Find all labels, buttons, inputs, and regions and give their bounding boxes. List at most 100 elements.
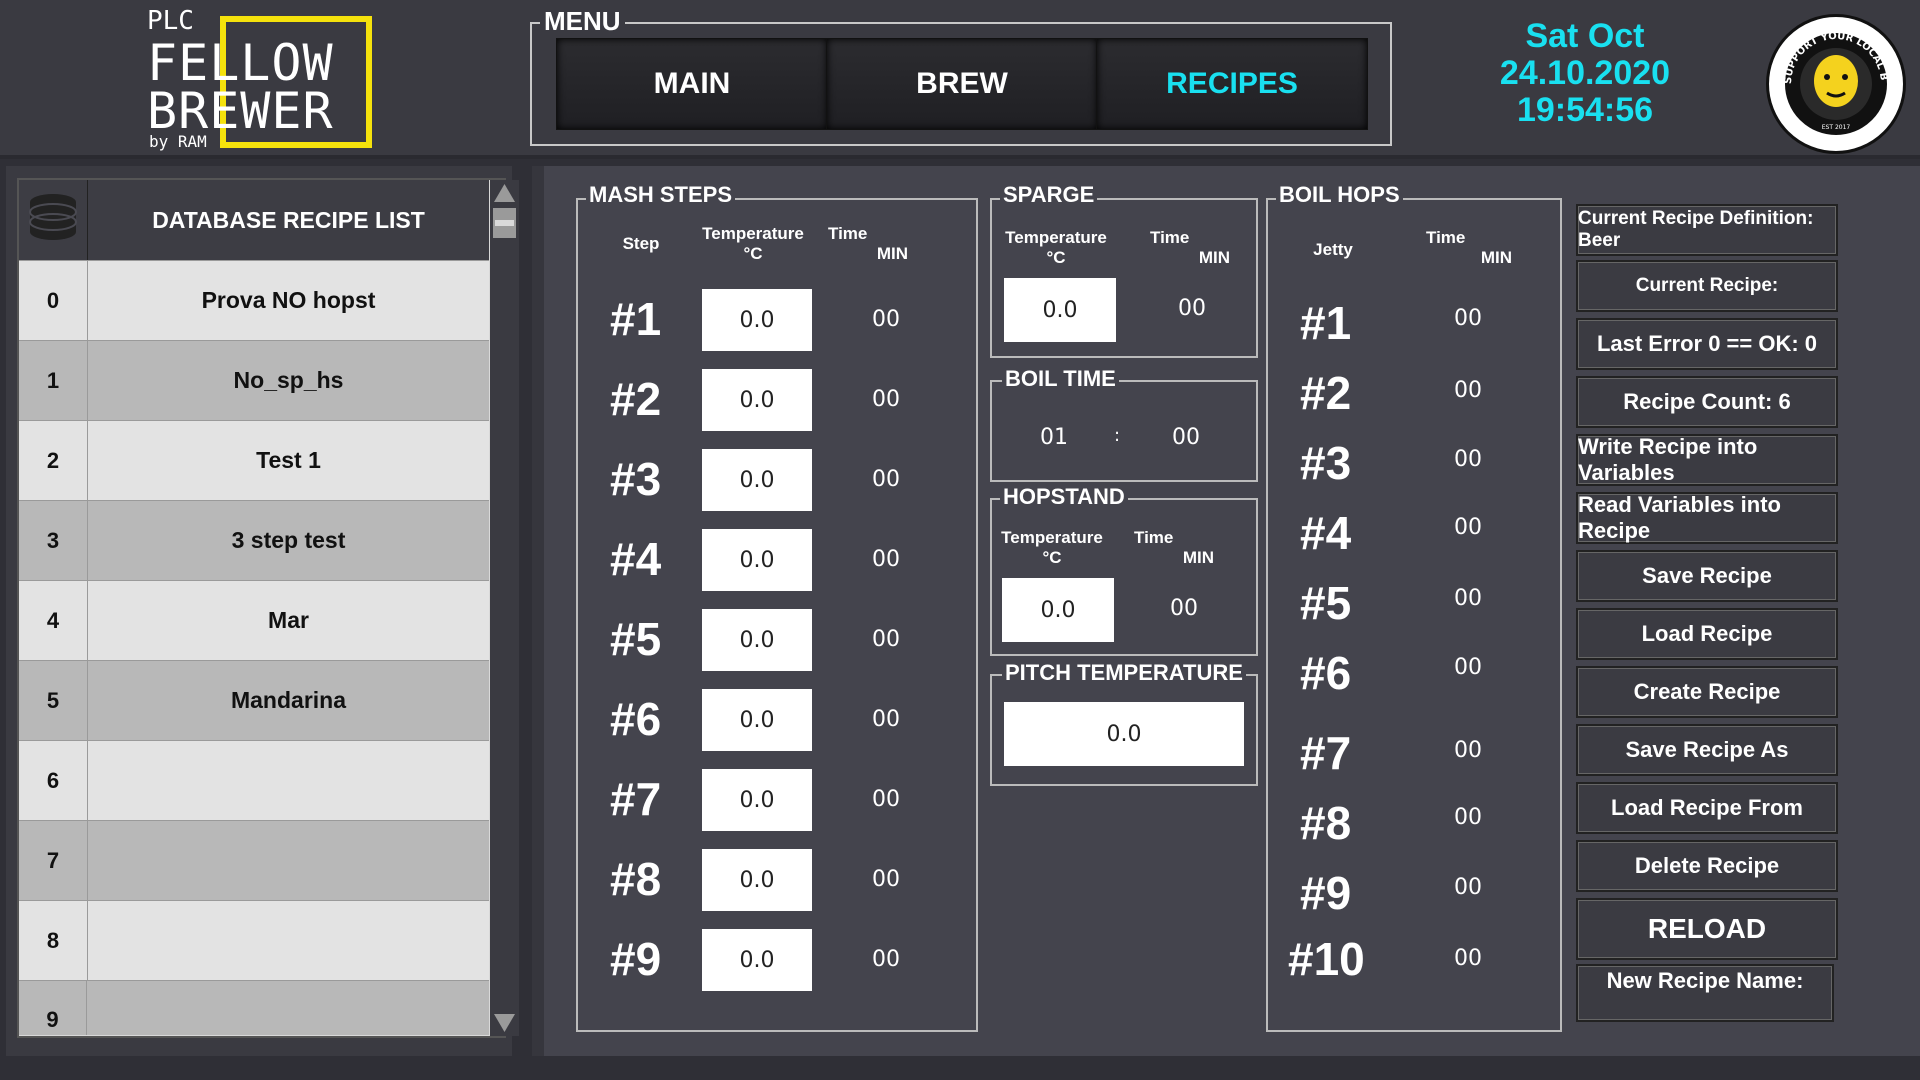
hop-label: #1 <box>1300 297 1352 349</box>
list-item[interactable]: 6 <box>19 740 489 820</box>
list-item-name: No_sp_hs <box>233 367 344 393</box>
mash-step-temp-input[interactable]: 0.0 <box>702 849 812 911</box>
mash-step-time[interactable]: 00 <box>872 947 900 972</box>
hopstand-temp-input[interactable]: 0.0 <box>1002 578 1114 642</box>
mash-step-time[interactable]: 00 <box>872 547 900 572</box>
mash-step-temp-input[interactable]: 0.0 <box>702 929 812 991</box>
list-item-index: 5 <box>19 661 88 740</box>
list-scrollbar[interactable] <box>490 180 519 1036</box>
hopstand-col-temp-text: Temperature <box>1001 528 1103 547</box>
date-full: 24.10.2020 <box>1499 54 1671 92</box>
mash-step-time[interactable]: 00 <box>872 467 900 492</box>
hop-time[interactable]: 00 <box>1454 586 1482 611</box>
mash-step-temp-input[interactable]: 0.0 <box>702 529 812 591</box>
hop-time[interactable]: 00 <box>1454 447 1482 472</box>
hop-label: #9 <box>1300 867 1352 919</box>
reload-button[interactable]: RELOAD <box>1576 898 1838 960</box>
mash-step-time[interactable]: 00 <box>872 627 900 652</box>
load-recipe-from-label: Load Recipe From <box>1611 795 1803 820</box>
logo: PLC FELLOW BREWER by RAM <box>142 6 374 151</box>
boil-time-title: BOIL TIME <box>1002 366 1119 392</box>
logo-by: by RAM <box>149 132 207 151</box>
new-recipe-name-label: New Recipe Name: <box>1606 968 1804 993</box>
hop-time[interactable]: 00 <box>1454 515 1482 540</box>
hop-time[interactable]: 00 <box>1454 875 1482 900</box>
mash-step-time[interactable]: 00 <box>872 787 900 812</box>
list-item[interactable]: 7 <box>19 820 489 900</box>
hop-time[interactable]: 00 <box>1454 738 1482 763</box>
list-item-name <box>88 981 489 1035</box>
mash-step-time[interactable]: 00 <box>872 867 900 892</box>
list-item[interactable]: 9 <box>19 980 489 1035</box>
brewer-badge-logo: SUPPORT YOUR LOCAL BREWER EST 2017 <box>1766 14 1906 154</box>
badge-est: EST 2017 <box>1822 124 1851 131</box>
delete-recipe-button[interactable]: Delete Recipe <box>1576 840 1838 892</box>
pitch-temperature-input[interactable]: 0.0 <box>1004 702 1244 766</box>
list-item-name: Prova NO hopst <box>201 287 376 313</box>
mash-step-temp-input[interactable]: 0.0 <box>702 289 812 351</box>
boil-time-hours[interactable]: 01 <box>1040 425 1068 450</box>
hop-time[interactable]: 00 <box>1454 805 1482 830</box>
list-item[interactable]: 1 No_sp_hs <box>19 340 489 420</box>
sparge-temp-input[interactable]: 0.0 <box>1004 278 1116 342</box>
last-error-text: Last Error 0 == OK: 0 <box>1596 331 1818 356</box>
tab-brew[interactable]: BREW <box>826 38 1098 130</box>
load-recipe-button[interactable]: Load Recipe <box>1576 608 1838 660</box>
new-recipe-name-field[interactable]: New Recipe Name: <box>1576 964 1834 1022</box>
list-item-name: Mar <box>268 607 309 633</box>
list-item-name <box>88 901 489 980</box>
hop-time[interactable]: 00 <box>1454 946 1482 971</box>
mash-col-time-unit: MIN <box>876 244 908 263</box>
list-item[interactable]: 8 <box>19 900 489 980</box>
boil-hops-title: BOIL HOPS <box>1276 182 1403 208</box>
mash-step-temp-input[interactable]: 0.0 <box>702 449 812 511</box>
sparge-time[interactable]: 00 <box>1178 296 1206 321</box>
mash-col-time-text: Time <box>828 224 868 243</box>
hop-time[interactable]: 00 <box>1454 655 1482 680</box>
mash-step-temp-input[interactable]: 0.0 <box>702 369 812 431</box>
recipe-list: DATABASE RECIPE LIST 0 Prova NO hopst 1 No… <box>17 178 519 1038</box>
hopstand-time[interactable]: 00 <box>1170 596 1198 621</box>
save-recipe-button[interactable]: Save Recipe <box>1576 550 1838 602</box>
load-recipe-from-button[interactable]: Load Recipe From <box>1576 782 1838 834</box>
mash-step-temp-input[interactable]: 0.0 <box>702 769 812 831</box>
save-recipe-as-button[interactable]: Save Recipe As <box>1576 724 1838 776</box>
hopstand-col-time-text: Time <box>1134 528 1174 547</box>
list-item[interactable]: 4 Mar <box>19 580 489 660</box>
list-item-index: 8 <box>19 901 88 980</box>
read-variables-button[interactable]: Read Variables into Recipe <box>1576 492 1838 544</box>
list-item-index: 4 <box>19 581 88 660</box>
list-item[interactable]: 0 Prova NO hopst <box>19 260 489 340</box>
tab-recipes[interactable]: RECIPES <box>1096 38 1368 130</box>
hop-label: #4 <box>1300 507 1352 559</box>
create-recipe-button[interactable]: Create Recipe <box>1576 666 1838 718</box>
tab-main[interactable]: MAIN <box>556 38 828 130</box>
list-item-name <box>88 821 489 900</box>
mash-step-time[interactable]: 00 <box>872 707 900 732</box>
mash-step-label: #9 <box>610 933 662 985</box>
pitch-temperature-title: PITCH TEMPERATURE <box>1002 660 1246 686</box>
list-item[interactable]: 2 Test 1 <box>19 420 489 500</box>
boil-time-minutes[interactable]: 00 <box>1172 425 1200 450</box>
load-recipe-label: Load Recipe <box>1641 621 1773 646</box>
mash-step-label: #7 <box>610 773 662 825</box>
mash-step-time[interactable]: 00 <box>872 387 900 412</box>
list-item-name: Mandarina <box>230 687 347 713</box>
mash-step-temp-input[interactable]: 0.0 <box>702 609 812 671</box>
hopstand-title: HOPSTAND <box>1000 484 1128 510</box>
list-item-name: 3 step test <box>231 527 346 553</box>
hops-col-time: Time MIN <box>1426 228 1512 268</box>
hop-label: #10 <box>1288 933 1365 985</box>
mash-step-time[interactable]: 00 <box>872 307 900 332</box>
list-item[interactable]: 5 Mandarina <box>19 660 489 740</box>
mash-col-temp-unit: °C <box>743 244 763 263</box>
scroll-up-icon <box>494 184 515 202</box>
hop-time[interactable]: 00 <box>1454 306 1482 331</box>
list-item[interactable]: 3 3 step test <box>19 500 489 580</box>
sparge-col-time-text: Time <box>1150 228 1190 247</box>
write-recipe-button[interactable]: Write Recipe into Variables <box>1576 434 1838 486</box>
read-variables-label: Read Variables into Recipe <box>1578 492 1781 543</box>
mash-step-temp-input[interactable]: 0.0 <box>702 689 812 751</box>
date-day: Sat Oct <box>1525 17 1645 55</box>
hop-time[interactable]: 00 <box>1454 378 1482 403</box>
